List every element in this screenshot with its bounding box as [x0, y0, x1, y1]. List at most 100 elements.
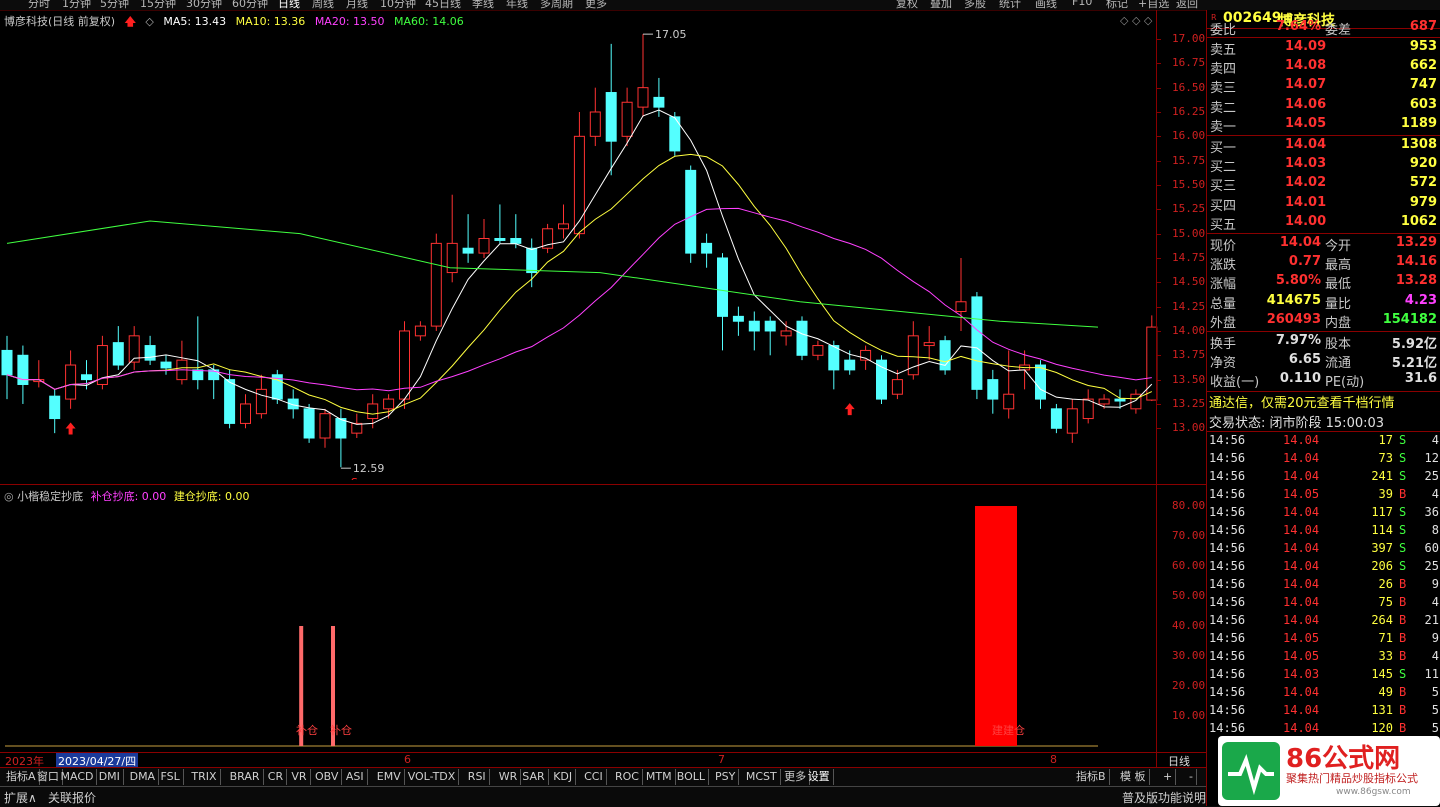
tab-CCI[interactable]: CCI: [581, 769, 607, 785]
period-3[interactable]: 15分钟: [140, 0, 176, 10]
tick-direction: B: [1399, 648, 1407, 663]
candle-body: [605, 92, 617, 142]
candlestick-chart[interactable]: 17.05 12.59S: [0, 28, 1160, 480]
tool-4[interactable]: 画线: [1035, 0, 1057, 10]
tick-price: 14.04: [1283, 450, 1320, 465]
candle-body: [462, 247, 474, 254]
price-tick: 14.75: [1172, 250, 1206, 264]
tab-CR[interactable]: CR: [265, 769, 288, 785]
tick-count: 4: [1431, 648, 1439, 663]
tab-PSY[interactable]: PSY: [712, 769, 740, 785]
tab-KDJ[interactable]: KDJ: [550, 769, 577, 785]
row-value: 5.80%: [1275, 273, 1321, 289]
tool-0[interactable]: 复权: [896, 0, 918, 10]
tick-volume: 397: [1371, 540, 1393, 555]
period-6[interactable]: 日线: [278, 0, 300, 10]
candle-body: [796, 320, 808, 356]
tool-7[interactable]: +自选: [1138, 0, 1169, 10]
tick-price: 14.04: [1283, 432, 1320, 447]
period-9[interactable]: 10分钟: [380, 0, 416, 10]
tool-5[interactable]: F10: [1072, 0, 1092, 8]
tab-BOLL[interactable]: BOLL: [674, 769, 710, 785]
tool-3[interactable]: 统计: [999, 0, 1021, 10]
candle-body: [748, 320, 760, 332]
tick-count: 60: [1424, 540, 1439, 555]
tab-DMI[interactable]: DMI: [96, 769, 124, 785]
tab-right-2[interactable]: +: [1160, 769, 1177, 785]
bid-label: 买一: [1210, 141, 1237, 156]
tool-6[interactable]: 标记: [1106, 0, 1128, 10]
bid-volume: 920: [1409, 156, 1437, 172]
tick-count: 9: [1431, 576, 1439, 591]
period-7[interactable]: 周线: [312, 0, 334, 10]
tab-TRIX[interactable]: TRIX: [188, 769, 221, 785]
tab-RSI[interactable]: RSI: [465, 769, 490, 785]
row-value: 14.04: [1279, 235, 1321, 250]
tab-MACD[interactable]: MACD: [58, 769, 98, 785]
tick-time: 14:56: [1209, 666, 1246, 681]
tool-2[interactable]: 多股: [964, 0, 986, 10]
tab-EMV[interactable]: EMV: [374, 769, 405, 785]
tab-WR[interactable]: WR: [496, 769, 522, 785]
tick-price: 14.05: [1283, 486, 1320, 501]
tick-price: 14.04: [1283, 540, 1320, 555]
ask-label: 卖五: [1210, 43, 1237, 58]
tab-right-1[interactable]: 模 板: [1117, 769, 1150, 785]
tick-direction: B: [1399, 612, 1407, 627]
tool-8[interactable]: 返回: [1176, 0, 1198, 10]
tab-MTM[interactable]: MTM: [643, 769, 676, 785]
candle-body: [637, 87, 649, 108]
tab-right-0[interactable]: 指标B: [1073, 769, 1110, 785]
period-5[interactable]: 60分钟: [232, 0, 268, 10]
tick-volume: 117: [1371, 504, 1393, 519]
tick-row: 14:56 14.04 26 B 9: [1207, 577, 1440, 595]
bid-volume: 1308: [1400, 137, 1437, 152]
period-11[interactable]: 季线: [472, 0, 494, 10]
period-4[interactable]: 30分钟: [186, 0, 222, 10]
tab-VR[interactable]: VR: [288, 769, 311, 785]
period-14[interactable]: 更多: [585, 0, 607, 10]
bid-volume: 1062: [1400, 213, 1437, 229]
candle-body: [383, 398, 395, 410]
candle-body: [1003, 393, 1015, 410]
tab-DMA[interactable]: DMA: [127, 769, 160, 785]
tab-MCST[interactable]: MCST: [743, 769, 781, 785]
tick-price: 14.04: [1283, 468, 1320, 483]
period-2[interactable]: 5分钟: [100, 0, 129, 10]
candle-body: [160, 361, 172, 369]
price-tick: 15.50: [1172, 177, 1206, 191]
tab-right-3[interactable]: -: [1186, 769, 1197, 785]
tab-BRAR[interactable]: BRAR: [227, 769, 264, 785]
ask-label: 卖三: [1210, 81, 1237, 97]
tab-ROC[interactable]: ROC: [612, 769, 643, 785]
row-value: 6.65: [1288, 352, 1321, 368]
price-tick: 15.25: [1172, 202, 1206, 216]
linked-quote-button[interactable]: 关联报价: [48, 789, 96, 806]
collapse-icon[interactable]: ◇: [145, 15, 153, 28]
tab-ASI[interactable]: ASI: [343, 769, 368, 785]
chart-options-icons[interactable]: ◇ ◇ ◇: [1120, 14, 1152, 27]
promo-link[interactable]: 通达信，仅需20元查看千档行情: [1209, 392, 1395, 411]
edition-help[interactable]: 普及版功能说明: [1122, 789, 1206, 806]
period-13[interactable]: 多周期: [540, 0, 573, 10]
tab-SAR[interactable]: SAR: [519, 769, 549, 785]
period-8[interactable]: 月线: [346, 0, 368, 10]
tab-OBV[interactable]: OBV: [312, 769, 343, 785]
period-10[interactable]: 45日线: [425, 0, 461, 10]
period-1[interactable]: 1分钟: [62, 0, 91, 10]
candle-body: [144, 345, 156, 361]
row-value: 7.97%: [1275, 333, 1321, 348]
tab-VOL-TDX[interactable]: VOL-TDX: [405, 769, 460, 785]
tick-count: 5: [1431, 702, 1439, 717]
stat2-row: 净资 6.65 流通 5.21亿: [1207, 352, 1439, 371]
period-0[interactable]: 分时: [28, 0, 50, 10]
tab-设置[interactable]: 设置: [805, 769, 834, 785]
tool-1[interactable]: 叠加: [930, 0, 952, 10]
expand-button[interactable]: 扩展∧: [4, 789, 37, 806]
ask-volume: 662: [1409, 58, 1437, 74]
indicator-chart[interactable]: 补仓 补仓 建建仓: [0, 490, 1160, 752]
row-value: 0.77: [1288, 254, 1321, 270]
tab-FSL[interactable]: FSL: [158, 769, 184, 785]
period-12[interactable]: 年线: [506, 0, 528, 10]
tick-time: 14:56: [1209, 522, 1246, 537]
